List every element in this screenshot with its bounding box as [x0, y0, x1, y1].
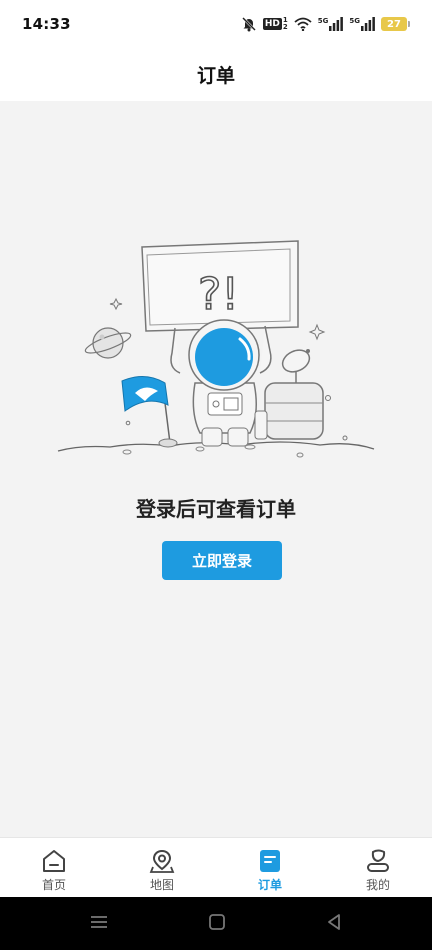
status-icons: HD 12 5G 5G 27 [241, 16, 410, 32]
mute-bell-icon [241, 16, 257, 32]
tab-map[interactable]: 地图 [108, 838, 216, 897]
tab-map-label: 地图 [149, 878, 174, 892]
wifi-icon [294, 17, 312, 31]
system-nav-bar [0, 897, 432, 950]
status-bar: 14:33 HD 12 5G 5G 27 [0, 0, 432, 48]
battery-icon: 27 [381, 17, 410, 31]
tab-profile-label: 我的 [365, 878, 390, 892]
bottom-tabbar: 首页 地图 订单 我的 [0, 837, 432, 897]
map-pin-icon [149, 849, 175, 873]
empty-state-message: 登录后可查看订单 [136, 497, 296, 521]
page-header: 订单 [0, 48, 432, 101]
login-button[interactable]: 立即登录 [162, 541, 282, 580]
tab-home-label: 首页 [41, 878, 66, 892]
menu-icon[interactable] [89, 914, 109, 934]
tab-home[interactable]: 首页 [0, 838, 108, 897]
tab-orders[interactable]: 订单 [216, 838, 324, 897]
status-time: 14:33 [22, 15, 71, 33]
astronaut-illustration: ?! [50, 233, 382, 463]
home-button-icon[interactable] [208, 913, 226, 935]
tab-orders-label: 订单 [257, 878, 282, 892]
signal-icon-1: 5G [318, 17, 344, 31]
back-icon[interactable] [325, 913, 343, 935]
main-content: ?! 登录后可查看订单 立即登录 [0, 101, 432, 837]
profile-icon [365, 849, 391, 873]
order-icon [257, 849, 283, 873]
signal-icon-2: 5G [349, 17, 375, 31]
hd-badge: HD 12 [262, 16, 288, 31]
page-title: 订单 [196, 65, 235, 87]
svg-text:?!: ?! [198, 269, 239, 320]
tab-profile[interactable]: 我的 [324, 838, 432, 897]
home-icon [41, 849, 67, 873]
